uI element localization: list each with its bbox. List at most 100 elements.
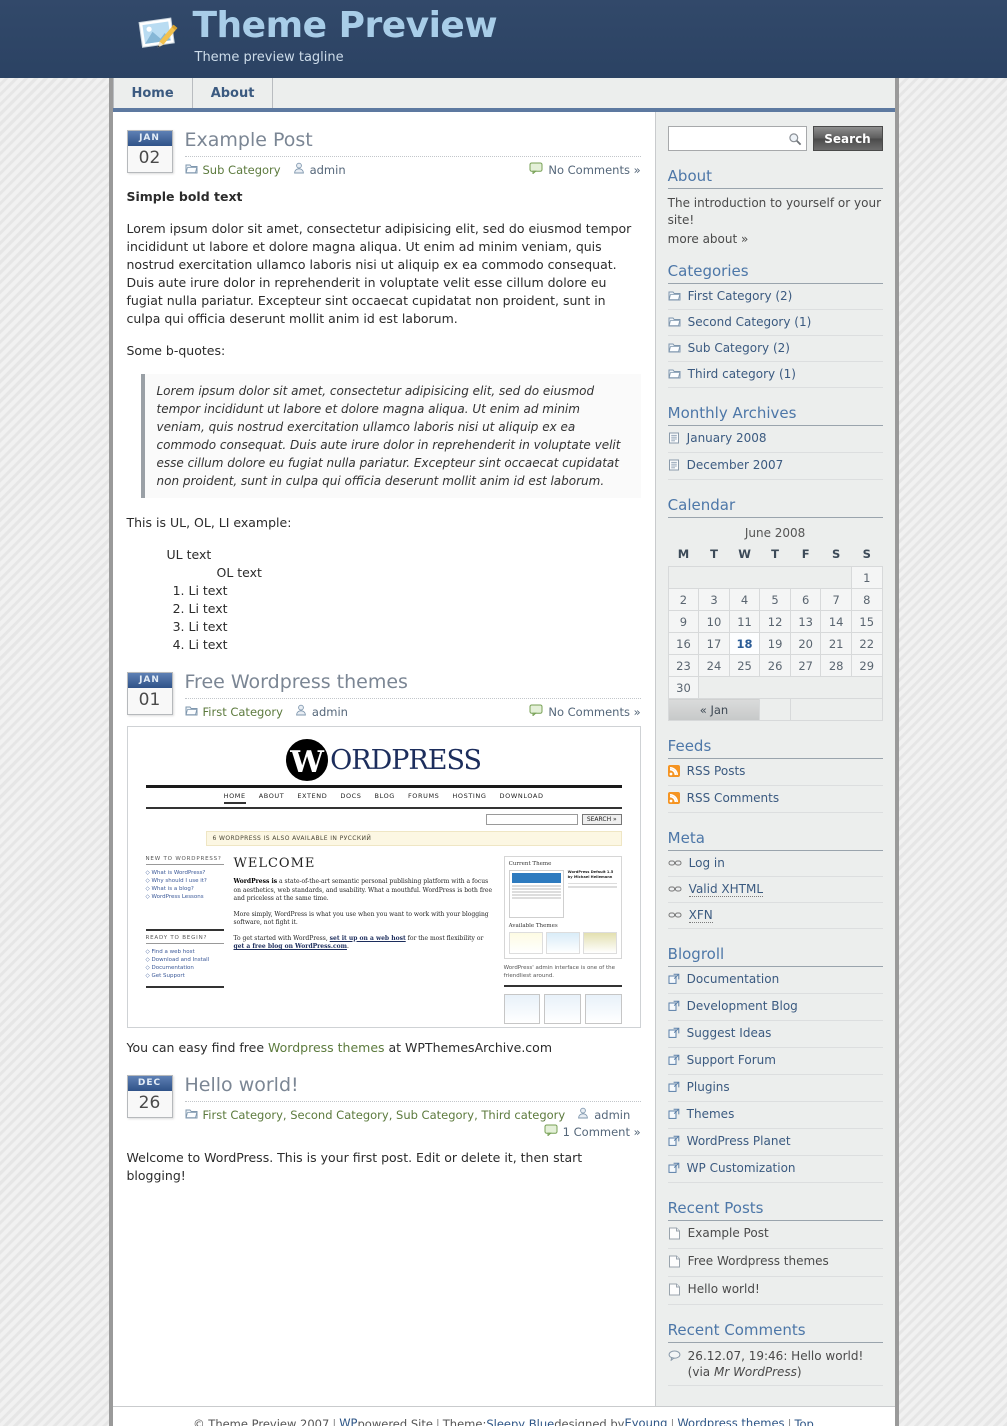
calendar-day-cell[interactable]: 1 [850,566,883,589]
calendar-next-cell[interactable] [789,698,883,721]
footer-theme-label: Theme: [442,1416,487,1426]
site-title[interactable]: Theme Preview [193,4,498,48]
list-item[interactable]: WordPress Planet [667,1129,883,1156]
calendar-day-cell[interactable]: 20 [789,632,822,655]
folder-icon [185,705,198,719]
calendar-day-cell[interactable]: 21 [820,632,852,655]
list-item[interactable]: Themes [667,1102,883,1129]
post-author-name: admin [309,162,346,177]
calendar-day-cell[interactable]: 15 [850,610,883,633]
list-item[interactable]: 26.12.07, 19:46: Hello world! (via Mr Wo… [667,1343,883,1386]
list-item[interactable]: Log in [667,851,883,877]
list-item[interactable]: December 2007 [667,453,883,480]
about-more-link[interactable]: more about » [668,229,883,246]
footer-top-link[interactable]: Top [794,1417,813,1426]
list-item[interactable]: Hello world! [667,1277,883,1305]
calendar-day-cell[interactable]: 30 [667,676,700,699]
wp-nav-item: DOCS [340,792,362,800]
calendar-day-cell[interactable]: 16 [667,632,700,655]
calendar-day-cell[interactable]: 11 [728,610,761,633]
list-item-label: Documentation [686,972,780,986]
calendar-day-cell[interactable]: 26 [759,654,791,677]
sidebar-heading-categories: Categories [667,262,883,284]
calendar-day-cell[interactable]: 10 [698,610,730,633]
footer-wp-link[interactable]: WP [339,1416,357,1426]
post-paragraph: Lorem ipsum dolor sit amet, consectetur … [126,221,632,326]
list-item[interactable]: Valid XHTML [667,877,883,903]
list-item-label: Suggest Ideas [686,1026,772,1040]
list-item[interactable]: Free Wordpress themes [667,1249,883,1277]
recent-comments-list: 26.12.07, 19:46: Hello world! (via Mr Wo… [667,1343,883,1386]
list-item[interactable]: Development Blog [667,994,883,1021]
post-comments-link[interactable]: 1 Comment » [185,1124,641,1139]
post-author[interactable]: admin [577,1107,630,1122]
search-input[interactable] [668,127,806,150]
list-item[interactable]: First Category (2) [667,284,883,310]
list-item-label: Plugins [686,1080,730,1094]
post-title[interactable]: Free Wordpress themes [184,670,641,699]
calendar-day-cell[interactable]: 13 [789,610,822,633]
calendar-day-cell[interactable]: 17 [698,632,730,655]
list-item[interactable]: Third category (1) [667,362,883,388]
calendar-day-cell[interactable]: 3 [698,588,730,611]
nav-item-home[interactable]: Home [112,78,193,108]
calendar-day-cell[interactable]: 8 [850,588,883,611]
calendar-day-cell[interactable]: 6 [789,588,822,611]
calendar-day-cell[interactable]: 18 [728,632,761,655]
calendar-day-cell[interactable]: 14 [820,610,852,633]
list-item[interactable]: Sub Category (2) [667,336,883,362]
footer-designer[interactable]: Eyoung [624,1416,667,1426]
calendar-day-cell[interactable]: 23 [667,654,700,677]
post-author-name: admin [594,1107,631,1122]
list-item[interactable]: Plugins [667,1075,883,1102]
footer-theme-name[interactable]: Sleepy Blue [486,1417,554,1426]
footer-copyright: © Theme Preview 2007 [193,1416,330,1426]
post-author[interactable]: admin [293,162,346,177]
calendar-day-cell[interactable]: 2 [667,588,700,611]
comment-icon [668,1349,681,1365]
calendar-day-cell[interactable]: 24 [698,654,730,677]
post-comments-link[interactable]: No Comments » [529,704,641,719]
list-item[interactable]: Example Post [667,1221,883,1249]
search-button[interactable]: Search [812,126,883,151]
post-author[interactable]: admin [295,704,348,719]
list-item[interactable]: XFN [667,903,883,929]
calendar-day-cell[interactable]: 9 [667,610,700,633]
post-ol-label: OL text [216,565,262,580]
post-comments-link[interactable]: No Comments » [529,162,641,177]
comment-icon [544,1124,558,1139]
post-categories[interactable]: Sub Category [203,163,281,177]
list-item[interactable]: Support Forum [667,1048,883,1075]
list-item[interactable]: Documentation [667,967,883,994]
post-categories[interactable]: First Category, Second Category, Sub Cat… [203,1108,566,1122]
list-item[interactable]: WP Customization [667,1156,883,1183]
list-item[interactable]: Second Category (1) [667,310,883,336]
caption-prefix: You can easy find free [126,1040,269,1055]
calendar-day-cell[interactable]: 22 [850,632,883,655]
list-item[interactable]: January 2008 [667,426,883,453]
wordpress-screenshot-image[interactable]: W ORDPRESS HOME ABOUT EXTEND DOCS BLOG F… [126,726,641,1028]
search-input-wrapper[interactable] [667,126,807,151]
calendar-day-cell[interactable]: 7 [820,588,852,611]
list-item[interactable]: Suggest Ideas [667,1021,883,1048]
wp-search-input [485,814,578,825]
calendar-day-cell[interactable]: 25 [728,654,761,677]
footer-themes-link[interactable]: Wordpress themes [677,1416,784,1426]
calendar-day-cell[interactable]: 28 [820,654,852,677]
calendar-day-cell[interactable]: 19 [759,632,791,655]
calendar-day-cell[interactable]: 27 [789,654,822,677]
calendar-day-cell[interactable]: 12 [759,610,791,633]
calendar-prev-button[interactable]: « Jan [667,698,761,721]
calendar-day-cell[interactable]: 4 [728,588,761,611]
post-title[interactable]: Hello world! [184,1073,641,1102]
list-item[interactable]: RSS Posts [667,759,883,786]
calendar-day-cell[interactable]: 29 [850,654,883,677]
wordpress-themes-link[interactable]: Wordpress themes [268,1040,385,1055]
list-item[interactable]: RSS Comments [667,786,883,813]
list-item-label: Second Category (1) [687,315,812,329]
post-title[interactable]: Example Post [184,128,641,157]
post-date-badge: DEC 26 [126,1075,173,1118]
post-categories[interactable]: First Category [203,705,283,719]
nav-item-about[interactable]: About [193,78,274,108]
calendar-day-cell[interactable]: 5 [759,588,791,611]
